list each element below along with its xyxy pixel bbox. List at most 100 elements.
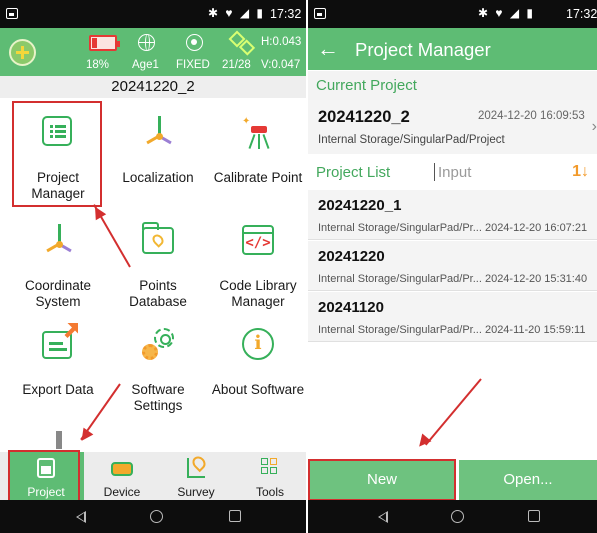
highlight-box-project-manager <box>12 101 102 207</box>
list-item[interactable]: 20241120 Internal Storage/SingularPad/Pr… <box>308 292 597 342</box>
tile-software-settings[interactable]: Software Settings <box>110 316 206 424</box>
list-item[interactable]: 20241220 Internal Storage/SingularPad/Pr… <box>308 241 597 291</box>
project-date: 2024-12-20 16:07:21 <box>484 222 588 234</box>
nav-recents-icon[interactable] <box>528 510 540 522</box>
current-project-name: 20241220_2 <box>0 76 306 98</box>
tile-label: Export Data <box>22 382 94 397</box>
current-project-card[interactable]: 20241220_2 2024-12-20 16:09:53 Internal … <box>308 100 597 154</box>
tile-label: Coordinate System <box>24 278 92 309</box>
tile-points-database[interactable]: Points Database <box>110 212 206 320</box>
current-project-heading: Current Project <box>308 71 597 101</box>
axes-icon <box>142 116 174 148</box>
tab-label: Device <box>103 485 141 499</box>
project-meta: Internal Storage/SingularPad/Pr... 2024-… <box>318 273 587 285</box>
tab-label: Survey <box>177 485 215 499</box>
age-label: Age1 <box>132 59 159 71</box>
satellite-icon <box>231 33 251 51</box>
receiver-info-bar[interactable]: 18% Age1 FIXED 21/28 H:0.043 V:0.047 <box>0 28 306 76</box>
export-icon <box>42 323 78 360</box>
annotation-arrow-head <box>76 427 94 445</box>
code-icon: </> <box>242 224 274 256</box>
system-nav-bar <box>308 500 597 533</box>
device-icon <box>111 462 133 476</box>
project-date: 2024-11-20 15:59:11 <box>484 324 586 336</box>
target-icon <box>186 34 203 51</box>
tab-tools[interactable]: Tools <box>232 452 306 500</box>
tile-label: Code Library Manager <box>219 278 297 309</box>
folder-pin-icon <box>142 222 174 256</box>
battery-percent: 18% <box>86 59 110 71</box>
system-status-icons: ✱ ♥ ◢ ▮ <box>208 6 266 20</box>
tile-label: Points Database <box>129 278 187 309</box>
nav-recents-icon[interactable] <box>229 510 241 522</box>
tab-survey[interactable]: Survey <box>158 452 234 500</box>
battery-icon <box>89 35 120 51</box>
tile-localization[interactable]: Localization <box>110 104 206 212</box>
tile-about-software[interactable]: i About Software <box>210 316 306 424</box>
search-input[interactable] <box>438 162 558 182</box>
nav-home-icon[interactable] <box>150 510 163 523</box>
tile-coordinate-system[interactable]: Coordinate System <box>10 212 106 320</box>
tools-icon <box>261 458 279 476</box>
nav-home-icon[interactable] <box>451 510 464 523</box>
project-path: Internal Storage/SingularPad/Pr... <box>318 324 482 336</box>
nav-back-icon[interactable] <box>378 511 388 523</box>
project-list-header: Project List 1↓ <box>308 157 597 187</box>
project-name: 20241120 <box>318 299 384 316</box>
annotation-arrow-head <box>414 433 432 451</box>
satellite-count: 21/28 <box>222 59 251 71</box>
sort-icon[interactable]: 1↓ <box>572 163 589 181</box>
add-icon[interactable] <box>9 39 36 66</box>
tripod-icon: ✦ <box>242 116 274 149</box>
clock: 17:32 <box>270 7 302 21</box>
tile-label: Software Settings <box>131 382 185 413</box>
tile-label: Calibrate Point <box>213 170 303 185</box>
project-path: Internal Storage/SingularPad/Pr... <box>318 273 482 285</box>
current-project-date: 2024-12-20 16:09:53 <box>478 110 585 122</box>
chevron-right-icon: › <box>591 118 597 135</box>
tile-code-library-manager[interactable]: </> Code Library Manager <box>210 212 306 320</box>
project-meta: Internal Storage/SingularPad/Pr... 2024-… <box>318 222 587 234</box>
project-manager-screen: ✱ ♥ ◢ ▮ 17:32 ← Project Manager Current … <box>308 0 597 533</box>
survey-icon <box>187 458 205 478</box>
system-nav-bar <box>0 500 306 533</box>
project-name: 20241220 <box>318 248 385 265</box>
tile-label: Localization <box>122 170 194 185</box>
highlight-box-project-tab <box>8 450 80 502</box>
horizontal-precision: H:0.043 <box>261 36 302 48</box>
tile-label: About Software <box>211 382 305 397</box>
tile-calibrate-point[interactable]: ✦ Calibrate Point <box>210 104 306 212</box>
vertical-precision: V:0.047 <box>261 59 301 71</box>
current-project-name: 20241220_2 <box>318 108 410 126</box>
open-project-button[interactable]: Open... <box>459 460 597 500</box>
home-screen: ✱ ♥ ◢ ▮ 17:32 18% Age1 FIXED 21/28 H:0.0… <box>0 0 306 533</box>
list-item[interactable]: 20241220_1 Internal Storage/SingularPad/… <box>308 190 597 240</box>
tab-label: Tools <box>255 485 284 499</box>
gallery-icon <box>6 8 18 19</box>
tab-device[interactable]: Device <box>84 452 160 500</box>
back-arrow-icon[interactable]: ← <box>317 38 339 60</box>
gear-icon <box>142 328 174 360</box>
input-cursor <box>434 163 435 181</box>
annotation-arrow <box>424 378 482 446</box>
coordinate-axes-icon <box>42 224 74 256</box>
page-title: Project Manager <box>355 39 491 60</box>
clock: 17:32 <box>566 7 597 21</box>
project-date: 2024-12-20 15:31:40 <box>484 273 588 285</box>
info-icon: i <box>242 328 274 360</box>
nav-back-icon[interactable] <box>76 511 86 523</box>
globe-icon <box>138 34 155 51</box>
status-bar: ✱ ♥ ◢ ▮ 17:32 <box>0 0 306 28</box>
project-list-heading: Project List <box>316 164 391 181</box>
system-status-icons: ✱ ♥ ◢ ▮ <box>478 6 536 20</box>
app-header: ← Project Manager <box>308 28 597 70</box>
project-name: 20241220_1 <box>318 197 402 214</box>
status-bar: ✱ ♥ ◢ ▮ 17:32 <box>308 0 597 28</box>
tile-export-data[interactable]: Export Data <box>10 316 106 424</box>
gallery-icon <box>314 8 326 19</box>
highlight-box-new-button <box>308 459 456 501</box>
project-meta: Internal Storage/SingularPad/Pr... 2024-… <box>318 324 585 336</box>
project-path: Internal Storage/SingularPad/Pr... <box>318 222 482 234</box>
fix-status: FIXED <box>176 59 210 71</box>
current-project-path: Internal Storage/SingularPad/Project <box>318 134 505 146</box>
